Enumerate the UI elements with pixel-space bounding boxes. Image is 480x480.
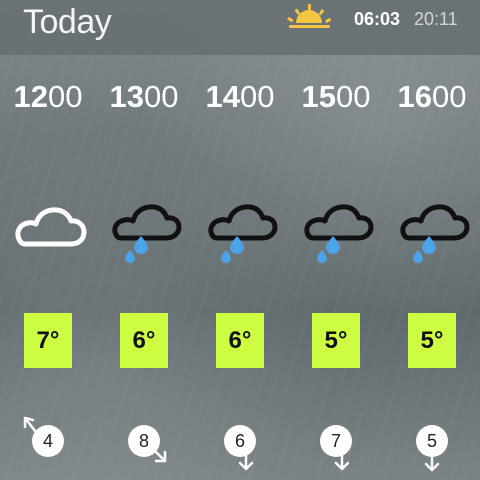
hour-label: 1500 — [288, 80, 384, 114]
wind-speed: 8 — [128, 425, 160, 457]
hour-value: 16 — [397, 79, 432, 114]
header-bar: Today 06:03 20:11 — [0, 0, 480, 55]
rain-cloud-icon — [288, 201, 384, 265]
sunset-time: 20:11 — [414, 9, 458, 29]
sunrise-icon — [286, 4, 333, 32]
sunrise-time: 06:03 — [354, 9, 401, 29]
cloud-icon — [0, 201, 96, 265]
rain-cloud-icon — [384, 201, 480, 265]
wind-speed: 7 — [320, 425, 352, 457]
hour-label: 1300 — [96, 80, 192, 114]
wind-indicator: 7 — [288, 405, 384, 475]
minute-value: 00 — [48, 79, 83, 114]
temperature-badge: 5° — [312, 313, 360, 368]
wind-indicator: 6 — [192, 405, 288, 475]
temperature-badge: 5° — [408, 313, 456, 368]
rain-cloud-icon — [192, 201, 288, 265]
temperature-badge: 7° — [24, 313, 72, 368]
minute-value: 00 — [432, 79, 467, 114]
hour-value: 14 — [205, 79, 240, 114]
hour-value: 12 — [13, 79, 48, 114]
temperature-badge: 6° — [120, 313, 168, 368]
temperature-badge: 6° — [216, 313, 264, 368]
wind-indicator: 8 — [96, 405, 192, 475]
hour-label: 1600 — [384, 80, 480, 114]
wind-speed: 4 — [32, 425, 64, 457]
hour-value: 15 — [301, 79, 336, 114]
minute-value: 00 — [240, 79, 275, 114]
minute-value: 00 — [144, 79, 179, 114]
rain-cloud-icon — [96, 201, 192, 265]
wind-indicator: 5 — [384, 405, 480, 475]
minute-value: 00 — [336, 79, 371, 114]
page-title: Today — [23, 3, 112, 41]
wind-speed: 5 — [416, 425, 448, 457]
wind-speed: 6 — [224, 425, 256, 457]
hour-value: 13 — [109, 79, 144, 114]
hour-label: 1400 — [192, 80, 288, 114]
wind-indicator: 4 — [0, 405, 96, 475]
hour-label: 1200 — [0, 80, 96, 114]
